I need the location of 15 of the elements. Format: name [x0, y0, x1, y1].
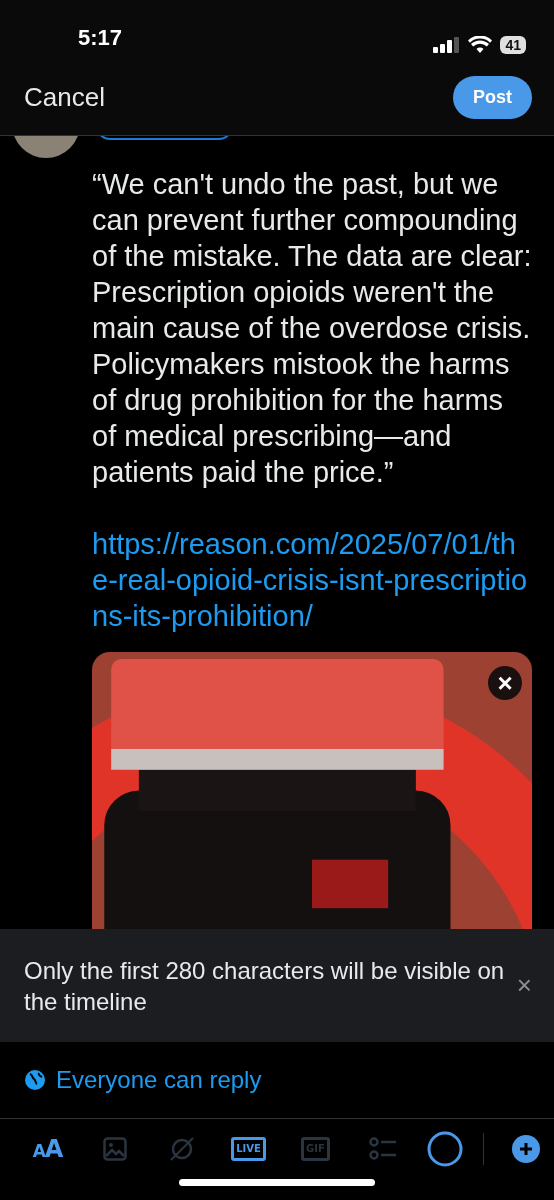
text-size-button[interactable]: AA — [32, 1131, 63, 1167]
close-button[interactable]: × — [516, 966, 532, 1005]
cancel-button[interactable]: Cancel — [24, 78, 105, 117]
battery-indicator: 41 — [500, 36, 526, 54]
character-counter-icon — [427, 1131, 463, 1167]
live-button[interactable]: LIVE — [231, 1137, 266, 1161]
post-text: “We can't undo the past, but we can prevent further compounding of the mistake. The data are clear: Prescription opioids weren't the main cause of the overdose crisis. Policymakers mistook the harms of drug prohibition for the harms of medical prescribing—and patients paid the price.” — [92, 167, 532, 490]
globe-icon — [24, 1069, 46, 1091]
signal-icon — [433, 37, 461, 53]
clock: 5:17 — [78, 24, 123, 52]
link[interactable]: https://reason.com/2025/07/01/the-real-opioid-crisis-isnt-prescriptions-its-prohibition/ — [92, 526, 532, 634]
wifi-icon — [468, 36, 493, 54]
add-icon[interactable] — [512, 1135, 540, 1163]
notice-text: Only the first 280 characters will be visible on the timeline — [24, 955, 506, 1017]
reply-setting-button[interactable]: Everyone can reply — [56, 1062, 262, 1098]
